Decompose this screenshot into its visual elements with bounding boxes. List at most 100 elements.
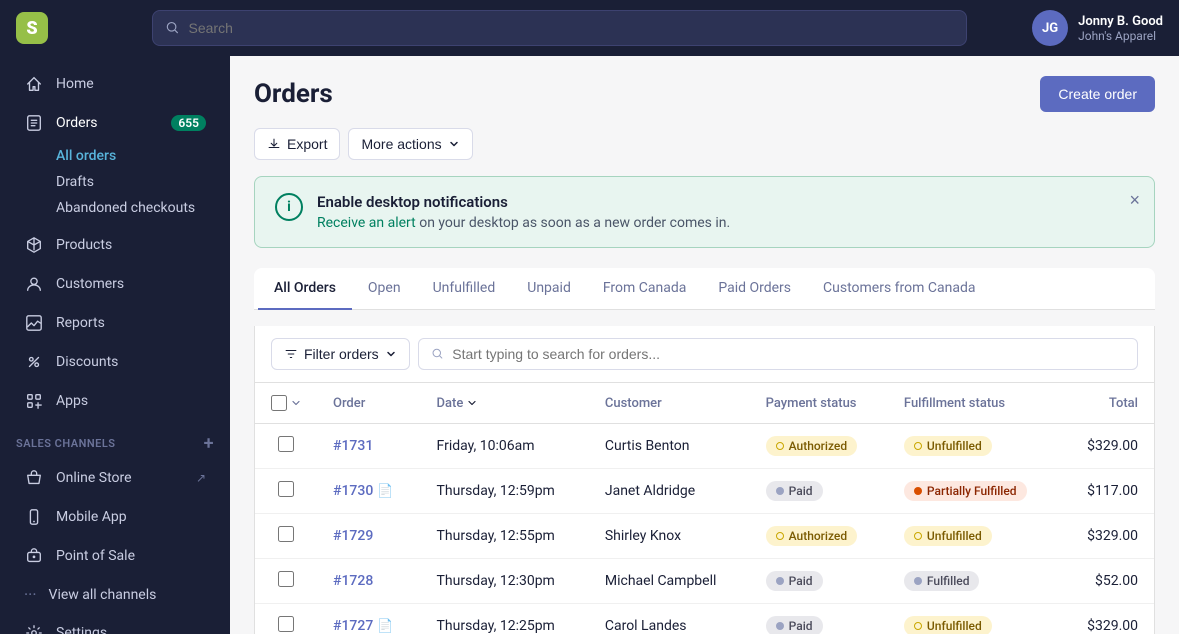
- select-dropdown-icon[interactable]: [291, 398, 301, 408]
- orders-subnav: All orders Drafts Abandoned checkouts: [0, 143, 230, 225]
- payment-badge: Paid: [766, 481, 823, 501]
- sidebar-item-apps[interactable]: Apps: [8, 382, 222, 420]
- table-search[interactable]: [418, 338, 1138, 370]
- customer-cell: Michael Campbell: [589, 559, 750, 604]
- sidebar-item-mobile-app[interactable]: Mobile App: [8, 498, 222, 536]
- tab-open[interactable]: Open: [352, 268, 417, 310]
- add-channel-icon[interactable]: +: [204, 433, 214, 454]
- sidebar-item-reports[interactable]: Reports: [8, 304, 222, 342]
- payment-dot: [776, 487, 784, 495]
- total-cell: $329.00: [1061, 604, 1154, 634]
- row-checkbox[interactable]: [278, 616, 294, 632]
- row-checkbox[interactable]: [278, 436, 294, 452]
- close-notification-button[interactable]: ×: [1129, 191, 1140, 209]
- date-cell: Friday, 10:06am: [421, 424, 589, 469]
- fulfillment-dot: [914, 532, 922, 540]
- order-link[interactable]: #1727: [333, 618, 373, 634]
- apps-icon: [24, 391, 44, 411]
- export-label: Export: [287, 136, 327, 152]
- order-cell: #1727📄: [317, 604, 421, 634]
- sidebar-label-orders: Orders: [56, 115, 98, 131]
- order-cell: #1729: [317, 514, 421, 559]
- order-cell: #1730📄: [317, 469, 421, 514]
- sidebar-sub-drafts[interactable]: Drafts: [48, 169, 214, 195]
- fulfillment-status-cell: Unfulfilled: [888, 604, 1061, 634]
- order-link[interactable]: #1731: [333, 438, 373, 454]
- view-all-channels[interactable]: ··· View all channels: [8, 576, 222, 613]
- sidebar-item-orders[interactable]: Orders 655: [8, 104, 222, 142]
- total-cell: $329.00: [1061, 424, 1154, 469]
- filter-orders-button[interactable]: Filter orders: [271, 338, 410, 370]
- tab-all-orders[interactable]: All Orders: [258, 268, 352, 310]
- notification-text: Enable desktop notifications Receive an …: [317, 193, 730, 231]
- sidebar-item-online-store[interactable]: Online Store ↗: [8, 459, 222, 497]
- row-checkbox[interactable]: [278, 526, 294, 542]
- pos-label: Point of Sale: [56, 548, 135, 564]
- orders-badge: 655: [171, 115, 206, 131]
- customers-icon: [24, 274, 44, 294]
- table-container: Filter orders: [254, 326, 1155, 634]
- reports-icon: [24, 313, 44, 333]
- ellipsis-icon: ···: [24, 585, 37, 604]
- search-table-icon: [431, 347, 445, 361]
- table-row: #1730📄 Thursday, 12:59pm Janet Aldridge …: [255, 469, 1154, 514]
- sidebar-label-discounts: Discounts: [56, 354, 118, 370]
- orders-table: Order Date Customer Payment status Fulfi…: [255, 383, 1154, 634]
- fulfillment-dot: [914, 487, 922, 495]
- th-payment: Payment status: [750, 383, 888, 424]
- sidebar-sub-abandoned[interactable]: Abandoned checkouts: [48, 195, 214, 221]
- create-order-button[interactable]: Create order: [1040, 76, 1155, 112]
- export-button[interactable]: Export: [254, 128, 340, 160]
- table-row: #1731 Friday, 10:06am Curtis Benton Auth…: [255, 424, 1154, 469]
- payment-badge: Paid: [766, 616, 823, 634]
- th-date[interactable]: Date: [421, 383, 589, 424]
- customer-cell: Shirley Knox: [589, 514, 750, 559]
- external-link-icon[interactable]: ↗: [196, 471, 206, 485]
- notification-body: Receive an alert on your desktop as soon…: [317, 215, 730, 231]
- settings-label: Settings: [56, 625, 107, 634]
- notification-text-after: on your desktop as soon as a new order c…: [416, 215, 730, 231]
- order-cell: #1728: [317, 559, 421, 604]
- sidebar-label-home: Home: [56, 76, 94, 92]
- mobile-app-label: Mobile App: [56, 509, 127, 525]
- sidebar-item-pos[interactable]: Point of Sale: [8, 537, 222, 575]
- sidebar-item-settings[interactable]: Settings: [8, 614, 222, 634]
- fulfillment-badge: Partially Fulfilled: [904, 481, 1027, 501]
- more-actions-button[interactable]: More actions: [348, 128, 472, 160]
- search-bar[interactable]: [152, 10, 967, 46]
- notification-link[interactable]: Receive an alert: [317, 215, 416, 231]
- sidebar-item-discounts[interactable]: Discounts: [8, 343, 222, 381]
- user-info: Jonny B. Good John's Apparel: [1078, 14, 1163, 43]
- row-checkbox[interactable]: [278, 481, 294, 497]
- tab-unfulfilled[interactable]: Unfulfilled: [417, 268, 512, 310]
- order-link[interactable]: #1728: [333, 573, 373, 589]
- table-search-input[interactable]: [452, 346, 1125, 362]
- tab-paid-orders[interactable]: Paid Orders: [702, 268, 807, 310]
- sidebar-item-customers[interactable]: Customers: [8, 265, 222, 303]
- tab-from-canada[interactable]: From Canada: [587, 268, 703, 310]
- orders-table-section: All OrdersOpenUnfulfilledUnpaidFrom Cana…: [254, 268, 1155, 634]
- notification-title: Enable desktop notifications: [317, 193, 730, 211]
- order-link[interactable]: #1730: [333, 483, 373, 499]
- row-checkbox[interactable]: [278, 571, 294, 587]
- th-fulfillment: Fulfillment status: [888, 383, 1061, 424]
- sidebar-sub-all-orders[interactable]: All orders: [48, 143, 214, 169]
- search-input[interactable]: [189, 20, 954, 36]
- tab-unpaid[interactable]: Unpaid: [511, 268, 587, 310]
- select-all-checkbox[interactable]: [271, 395, 287, 411]
- export-icon: [267, 137, 281, 151]
- payment-dot: [776, 622, 784, 630]
- page-title: Orders: [254, 79, 333, 109]
- sidebar-item-products[interactable]: Products: [8, 226, 222, 264]
- sidebar: Home Orders 655 All orders Drafts Abando…: [0, 56, 230, 634]
- payment-dot: [776, 577, 784, 585]
- sidebar-item-home[interactable]: Home: [8, 65, 222, 103]
- fulfillment-badge: Fulfilled: [904, 571, 980, 591]
- avatar[interactable]: JG: [1032, 10, 1068, 46]
- total-cell: $52.00: [1061, 559, 1154, 604]
- tab-customers-from-canada[interactable]: Customers from Canada: [807, 268, 991, 310]
- fulfillment-badge: Unfulfilled: [904, 526, 992, 546]
- payment-status-cell: Paid: [750, 604, 888, 634]
- logo[interactable]: S shopify: [16, 12, 136, 44]
- order-link[interactable]: #1729: [333, 528, 373, 544]
